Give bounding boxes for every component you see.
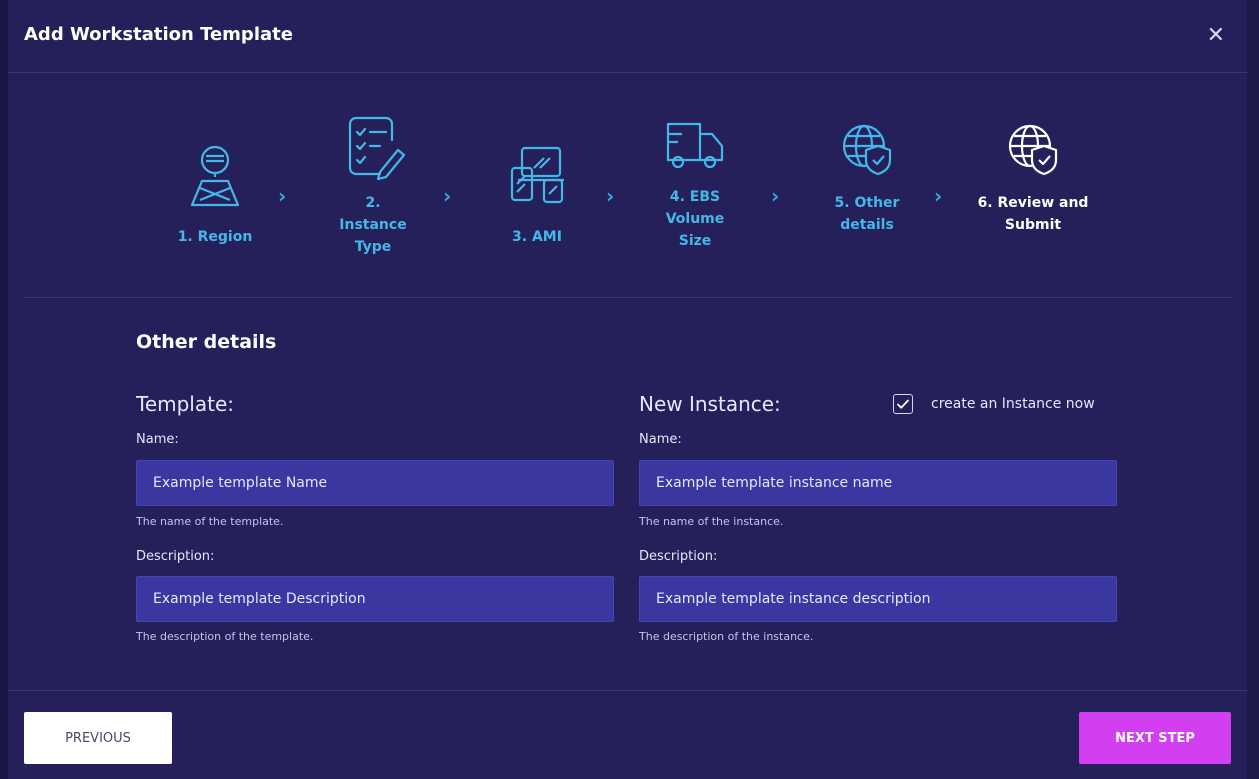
instance-description-hint: The description of the instance. (639, 630, 814, 643)
previous-button[interactable]: PREVIOUS (24, 712, 172, 764)
instance-name-hint: The name of the instance. (639, 515, 784, 528)
template-name-hint: The name of the template. (136, 515, 284, 528)
devices-icon (510, 146, 564, 204)
chevron-right-icon: › (606, 184, 615, 208)
create-instance-checkbox-label: create an Instance now (931, 396, 1095, 412)
template-heading: Template: (136, 392, 234, 416)
template-description-hint: The description of the template. (136, 630, 314, 643)
footer-divider (8, 690, 1247, 691)
checklist-edit-icon (348, 116, 406, 181)
template-name-label: Name: (136, 432, 179, 447)
step-region[interactable]: 1. Region (150, 110, 280, 248)
step-ebs-volume-size[interactable]: 4. EBS Volume Size (630, 110, 760, 252)
map-location-icon (190, 145, 240, 207)
section-title: Other details (136, 331, 277, 353)
instance-name-label: Name: (639, 432, 682, 447)
globe-shield-icon (842, 124, 892, 176)
instance-heading: New Instance: (639, 392, 781, 416)
instance-description-input[interactable]: Example template instance description (639, 576, 1117, 622)
chevron-right-icon: › (771, 184, 780, 208)
next-step-button[interactable]: NEXT STEP (1079, 712, 1231, 764)
add-workstation-template-dialog: Add Workstation Template ✕ 1. Region › 2… (8, 0, 1247, 779)
dialog-title: Add Workstation Template (24, 24, 293, 45)
step-label: 6. Review and Submit (977, 195, 1089, 233)
wizard-steps: 1. Region › 2. Instance Type › 3. AMI › … (8, 110, 1247, 300)
step-other-details[interactable]: 5. Other details (802, 110, 932, 236)
chevron-right-icon: › (278, 184, 287, 208)
create-instance-checkbox[interactable] (893, 394, 913, 414)
step-instance-type[interactable]: 2. Instance Type (308, 110, 438, 258)
check-icon (897, 399, 909, 409)
close-icon[interactable]: ✕ (1207, 25, 1225, 47)
background-strip (1247, 0, 1259, 779)
chevron-right-icon: › (443, 184, 452, 208)
step-ami[interactable]: 3. AMI (472, 110, 602, 248)
step-label: 1. Region (177, 229, 253, 245)
globe-shield-icon (1008, 124, 1058, 176)
step-label: 4. EBS Volume Size (665, 189, 725, 249)
template-description-label: Description: (136, 549, 215, 564)
template-description-input[interactable]: Example template Description (136, 576, 614, 622)
dialog-header: Add Workstation Template ✕ (8, 0, 1247, 73)
template-name-input[interactable]: Example template Name (136, 460, 614, 506)
step-label: 2. Instance Type (339, 195, 407, 255)
instance-description-label: Description: (639, 549, 718, 564)
step-label: 5. Other details (834, 195, 900, 233)
instance-name-input[interactable]: Example template instance name (639, 460, 1117, 506)
chevron-right-icon: › (934, 184, 943, 208)
step-review-and-submit[interactable]: 6. Review and Submit (968, 110, 1098, 236)
steps-divider (24, 297, 1231, 298)
create-instance-checkbox-group[interactable]: create an Instance now (893, 394, 1095, 414)
step-label: 3. AMI (512, 229, 562, 245)
truck-icon (666, 122, 724, 169)
